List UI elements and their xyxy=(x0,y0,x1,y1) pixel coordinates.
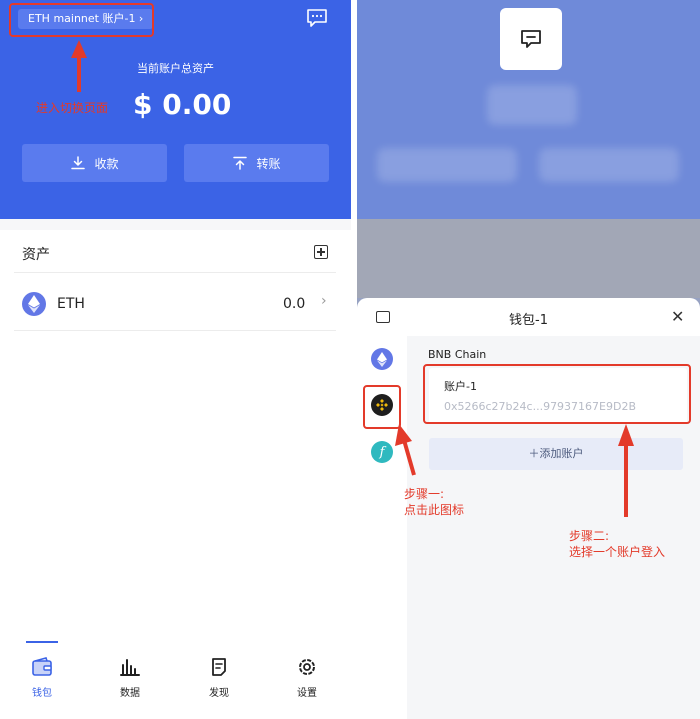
blurred-shape xyxy=(377,148,517,182)
tab-label: 数据 xyxy=(120,688,140,699)
bar-chart-icon xyxy=(120,659,140,676)
annotation-switch-page: 进入切换页面 xyxy=(36,101,109,115)
highlight-box xyxy=(423,364,691,424)
message-icon xyxy=(521,30,541,48)
tab-discover[interactable]: 发现 xyxy=(199,656,239,699)
wallet-icon xyxy=(32,657,52,676)
eth-icon xyxy=(22,292,46,316)
divider xyxy=(14,272,336,273)
tab-wallet[interactable]: 钱包 xyxy=(22,656,62,699)
tab-label: 设置 xyxy=(297,688,317,699)
tab-label: 钱包 xyxy=(32,688,52,699)
divider xyxy=(14,330,336,331)
account-switch-screen: 钱包-1 ✕ f BNB Chain 账户-1 0x5266c27b24c...… xyxy=(357,0,700,719)
receive-label: 收款 xyxy=(94,156,119,171)
receive-button[interactable]: 收款 xyxy=(22,144,167,182)
add-token-icon[interactable] xyxy=(314,245,328,259)
wallet-home-screen: ETH mainnet 账户-1 › 当前账户总资产 $ 0.00 收款 转账 … xyxy=(0,0,351,719)
gear-icon xyxy=(299,659,315,675)
active-tab-indicator xyxy=(26,641,58,643)
chain-name: BNB Chain xyxy=(428,348,487,361)
total-assets-value: $ 0.00 xyxy=(133,88,232,121)
asset-symbol: ETH xyxy=(57,296,85,312)
screenshot-root: ETH mainnet 账户-1 › 当前账户总资产 $ 0.00 收款 转账 … xyxy=(0,0,700,719)
upload-icon xyxy=(233,156,248,170)
highlight-box xyxy=(363,385,401,429)
transfer-label: 转账 xyxy=(256,156,281,171)
total-assets-label: 当前账户总资产 xyxy=(137,62,214,75)
asset-row-eth[interactable]: ETH 0.0 › xyxy=(0,282,351,330)
sheet-title: 钱包-1 xyxy=(509,313,548,328)
blurred-shape xyxy=(487,85,577,125)
annotation-step2-line2: 选择一个账户登入 xyxy=(569,545,666,559)
transfer-button[interactable]: 转账 xyxy=(184,144,329,182)
tab-data[interactable]: 数据 xyxy=(110,656,150,699)
blurred-background xyxy=(357,219,700,298)
annotation-step1-line1: 步骤一: xyxy=(404,487,445,501)
annotation-step2-line1: 步骤二: xyxy=(569,529,610,543)
sheet-header: 钱包-1 ✕ xyxy=(357,298,700,338)
close-icon[interactable]: ✕ xyxy=(671,307,684,326)
add-account-button[interactable]: ＋添加账户 xyxy=(429,438,683,470)
annotation-step1-line2: 点击此图标 xyxy=(404,503,465,517)
bottom-tab-bar: 钱包 数据 发现 设置 xyxy=(0,638,351,719)
feedback-button[interactable] xyxy=(500,8,562,70)
chevron-right-icon: › xyxy=(321,293,327,309)
highlight-box xyxy=(9,3,154,37)
fantom-chain-icon[interactable]: f xyxy=(371,441,393,463)
document-icon xyxy=(212,658,226,676)
tab-settings[interactable]: 设置 xyxy=(287,656,327,699)
download-icon xyxy=(71,156,86,170)
eth-chain-icon[interactable] xyxy=(371,348,393,370)
message-icon[interactable] xyxy=(306,8,328,28)
tab-label: 发现 xyxy=(209,688,229,699)
assets-title: 资产 xyxy=(22,247,50,263)
blurred-shape xyxy=(539,148,679,182)
asset-balance: 0.0 xyxy=(283,296,306,312)
